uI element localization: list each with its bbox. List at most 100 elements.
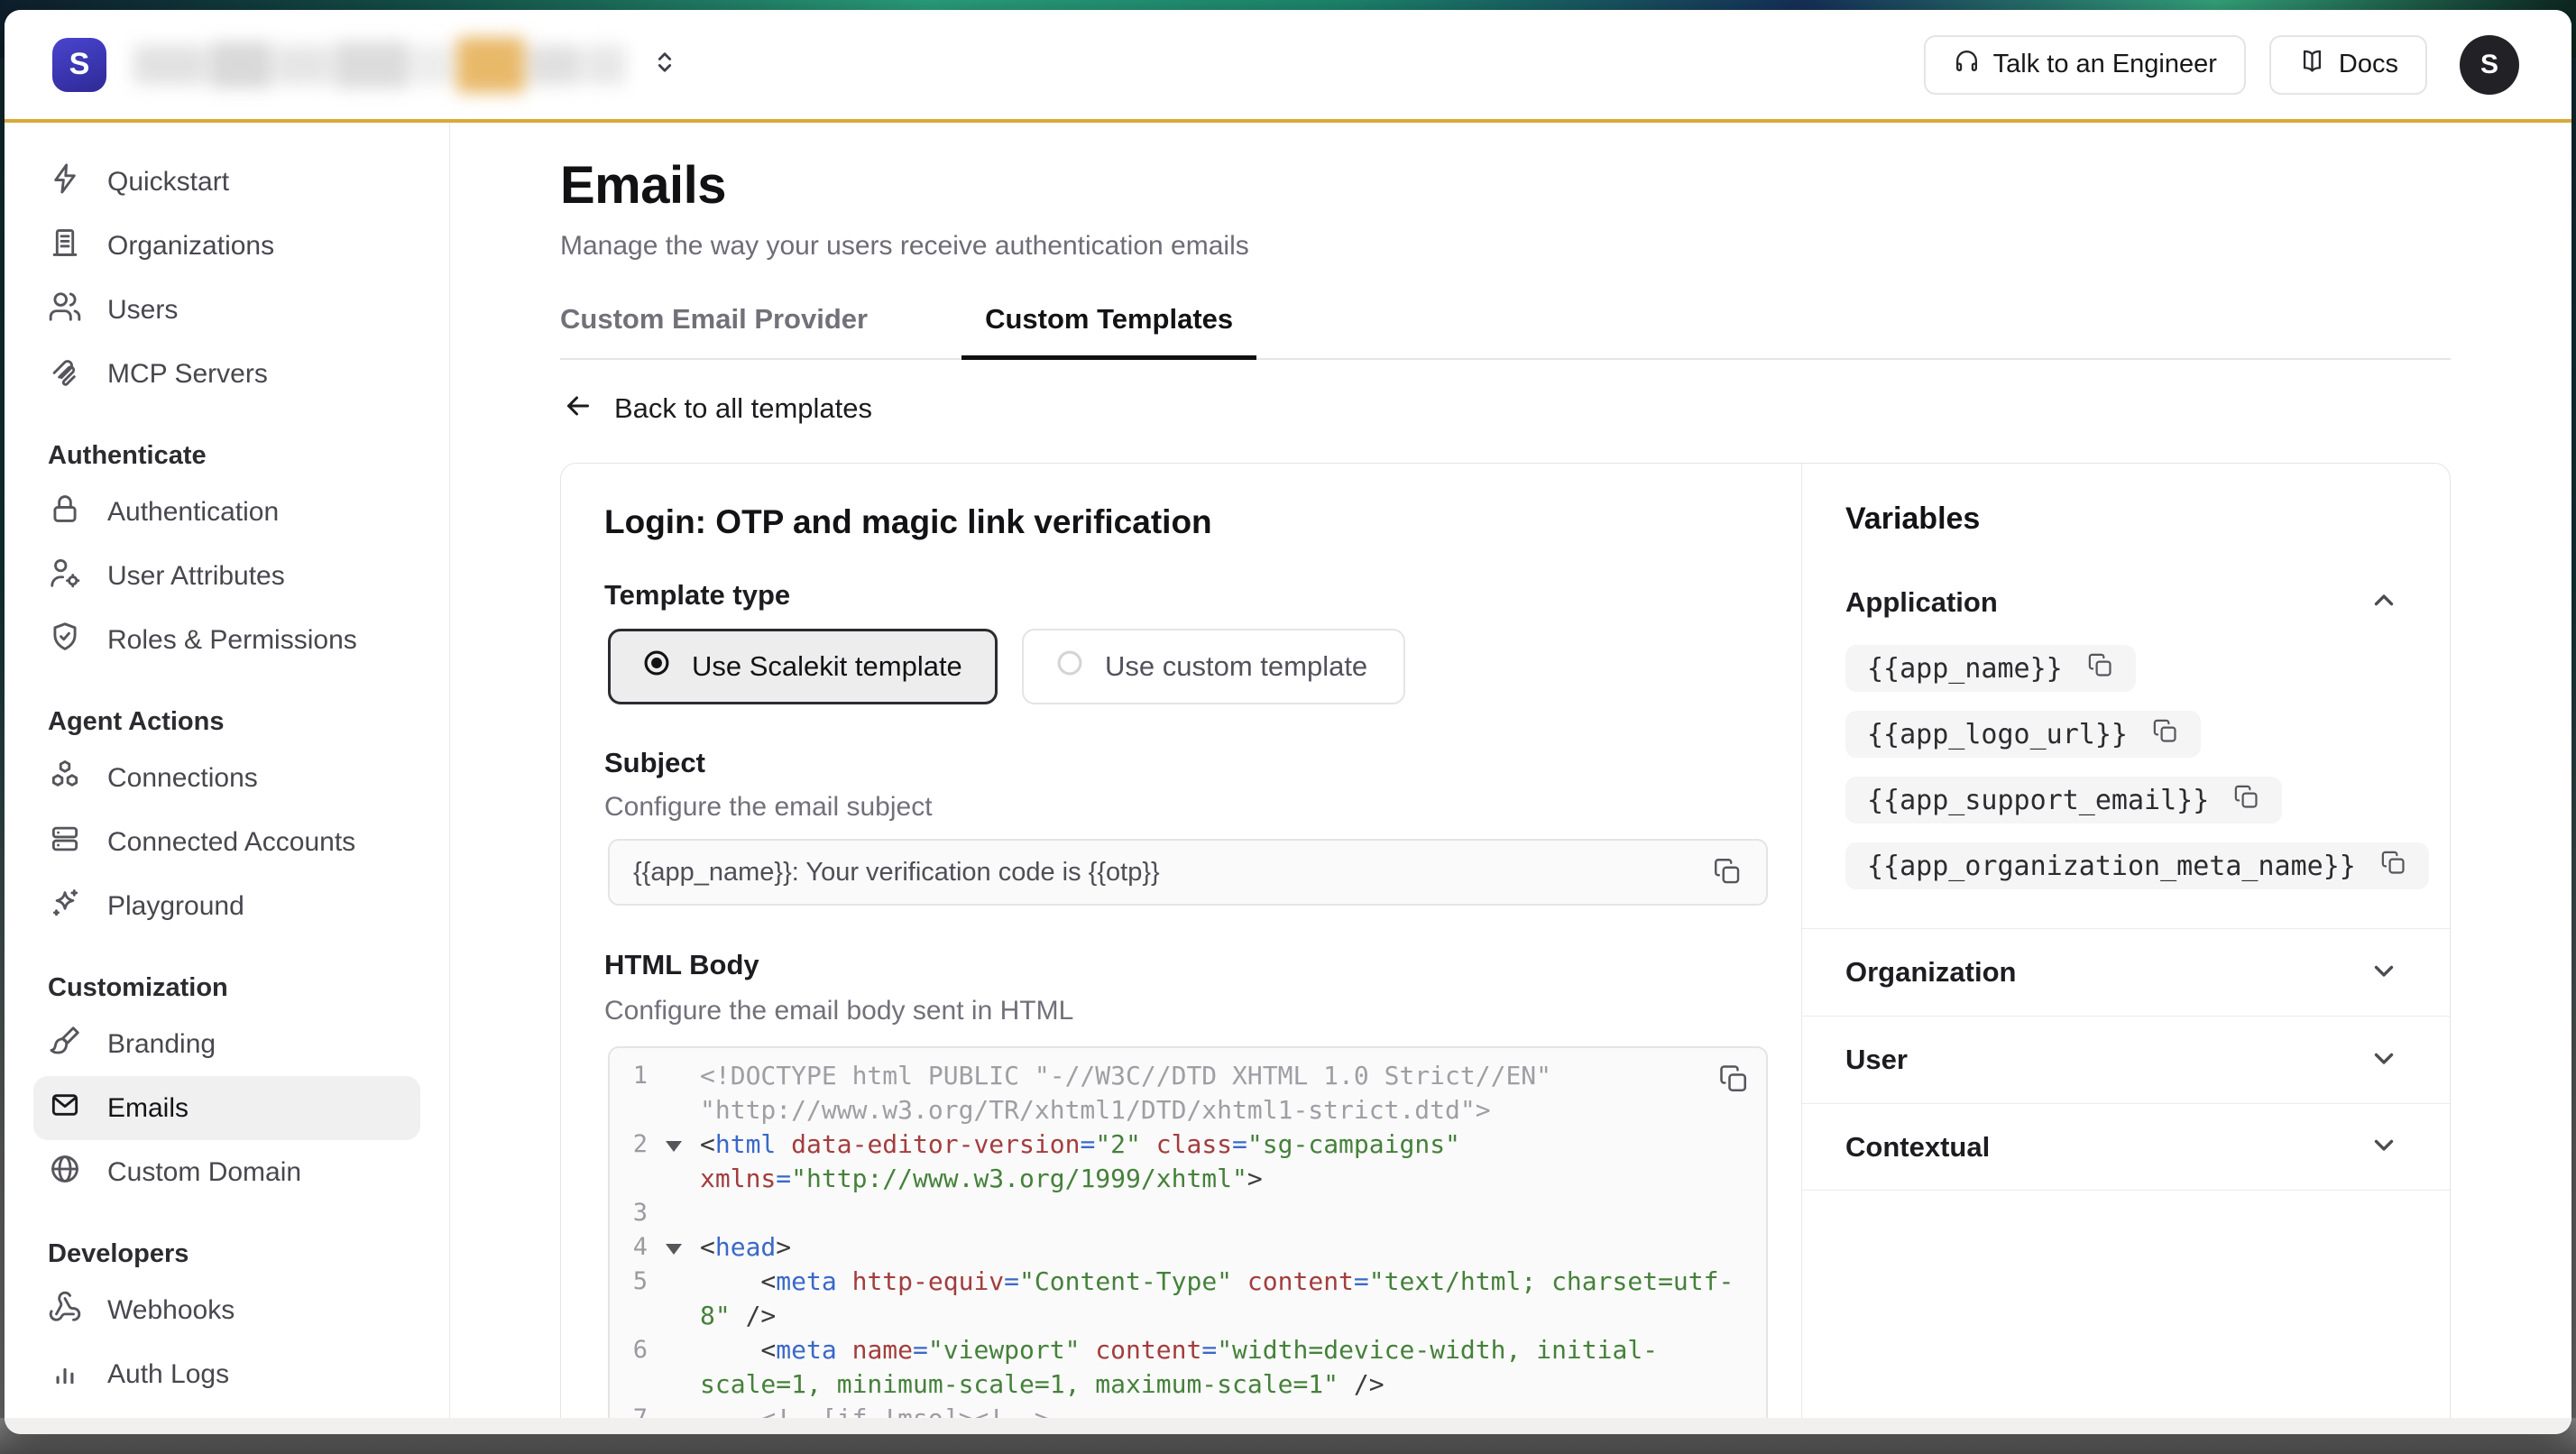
- use-scalekit-template-option[interactable]: Use Scalekit template: [608, 629, 998, 704]
- chevron-down-icon: [2369, 955, 2399, 990]
- sidebar-item-users[interactable]: Users: [33, 278, 420, 342]
- code-line: xmlns="http://www.w3.org/1999/xhtml">: [617, 1162, 1766, 1196]
- workspace-name-redacted[interactable]: [133, 37, 626, 93]
- copy-icon[interactable]: [2086, 651, 2114, 686]
- sidebar-item-organizations[interactable]: Organizations: [33, 214, 420, 278]
- variable-chip-label: {{app_support_email}}: [1867, 785, 2209, 816]
- avatar-letter: S: [2480, 50, 2498, 80]
- variables-group-organization[interactable]: Organization: [1802, 928, 2450, 1016]
- docs-button[interactable]: Docs: [2269, 35, 2427, 95]
- fold-gutter: [648, 1162, 700, 1196]
- code-text: <!DOCTYPE html PUBLIC "-//W3C//DTD XHTML…: [700, 1059, 1551, 1093]
- sidebar-item-custom-domain[interactable]: Custom Domain: [33, 1140, 420, 1204]
- sidebar-item-quickstart[interactable]: Quickstart: [33, 150, 420, 214]
- sidebar-item-label: MCP Servers: [107, 359, 268, 390]
- app-window: S Talk to an Engineer Docs S Quickstart O…: [5, 10, 2571, 1434]
- sidebar-item-emails[interactable]: Emails: [33, 1076, 420, 1140]
- variable-chip[interactable]: {{app_organization_meta_name}}: [1845, 842, 2429, 889]
- fold-gutter: [648, 1299, 700, 1333]
- variable-chip-list: {{app_name}} {{app_logo_url}} {{app_suppor…: [1845, 645, 2429, 889]
- top-bar: S Talk to an Engineer Docs S: [5, 10, 2571, 123]
- code-line: 1<!DOCTYPE html PUBLIC "-//W3C//DTD XHTM…: [617, 1059, 1766, 1093]
- sidebar-item-mcp-servers[interactable]: MCP Servers: [33, 342, 420, 406]
- variable-chip[interactable]: {{app_logo_url}}: [1845, 711, 2201, 758]
- sidebar-item-branding[interactable]: Branding: [33, 1012, 420, 1076]
- mail-icon: [48, 1088, 82, 1129]
- subject-value: {{app_name}}: Your verification code is …: [633, 858, 1160, 888]
- sidebar-item-authentication[interactable]: Authentication: [33, 480, 420, 544]
- code-line: 2<html data-editor-version="2" class="sg…: [617, 1127, 1766, 1162]
- code-line: "http://www.w3.org/TR/xhtml1/DTD/xhtml1-…: [617, 1093, 1766, 1127]
- html-body-code-editor[interactable]: 1<!DOCTYPE html PUBLIC "-//W3C//DTD XHTM…: [608, 1046, 1768, 1434]
- radio-unselected-icon: [1054, 648, 1085, 686]
- docs-label: Docs: [2339, 50, 2398, 79]
- user-avatar[interactable]: S: [2460, 35, 2519, 95]
- copy-code-button[interactable]: [1717, 1063, 1750, 1098]
- workspace-logo: S: [52, 38, 106, 92]
- variable-chip[interactable]: {{app_name}}: [1845, 645, 2136, 692]
- tab-bar: Custom Email Provider Custom Templates: [560, 303, 1256, 360]
- variables-group-application-label: Application: [1845, 586, 1998, 619]
- sidebar-item-label: Webhooks: [107, 1295, 235, 1326]
- code-text: "http://www.w3.org/TR/xhtml1/DTD/xhtml1-…: [700, 1093, 1491, 1127]
- sidebar-section-customization: Customization: [33, 960, 420, 1012]
- sidebar-item-playground[interactable]: Playground: [33, 874, 420, 938]
- main-content: Emails Manage the way your users receive…: [450, 123, 2571, 1431]
- code-text: <meta http-equiv="Content-Type" content=…: [700, 1265, 1734, 1299]
- copy-icon[interactable]: [2151, 717, 2179, 752]
- fold-toggle-icon[interactable]: [648, 1127, 700, 1162]
- sparkles-icon: [48, 886, 82, 927]
- variables-group-contextual[interactable]: Contextual: [1802, 1103, 2450, 1191]
- code-text: <head>: [700, 1230, 791, 1265]
- page-subtitle: Manage the way your users receive authen…: [560, 231, 1249, 262]
- sidebar-item-auth-logs[interactable]: Auth Logs: [33, 1342, 420, 1406]
- workspace-switcher-icon[interactable]: [649, 47, 680, 82]
- sidebar-item-connected-accounts[interactable]: Connected Accounts: [33, 810, 420, 874]
- code-text: scale=1, minimum-scale=1, maximum-scale=…: [700, 1367, 1385, 1402]
- sidebar-item-label: Custom Domain: [107, 1157, 301, 1188]
- variable-chip-label: {{app_organization_meta_name}}: [1867, 851, 2356, 882]
- copy-icon[interactable]: [2232, 783, 2260, 818]
- sidebar-item-user-attributes[interactable]: User Attributes: [33, 544, 420, 608]
- fold-gutter: [648, 1367, 700, 1402]
- variables-panel: Variables Application {{app_name}}{{app_…: [1801, 464, 2450, 1434]
- mcp-icon: [48, 354, 82, 395]
- sidebar-item-webhooks[interactable]: Webhooks: [33, 1278, 420, 1342]
- headphones-icon: [1953, 47, 1981, 82]
- subject-input[interactable]: {{app_name}}: Your verification code is …: [608, 839, 1768, 906]
- line-number: 2: [617, 1127, 648, 1162]
- sidebar-item-label: Roles & Permissions: [107, 625, 357, 656]
- tab-custom-email-provider[interactable]: Custom Email Provider: [560, 303, 891, 360]
- sidebar-item-connections[interactable]: Connections: [33, 746, 420, 810]
- copy-icon: [1712, 856, 1743, 889]
- code-line: 4<head>: [617, 1230, 1766, 1265]
- copy-subject-button[interactable]: [1712, 856, 1743, 889]
- talk-to-engineer-button[interactable]: Talk to an Engineer: [1924, 35, 2246, 95]
- tab-custom-templates[interactable]: Custom Templates: [961, 303, 1256, 360]
- arrow-left-icon: [562, 390, 594, 427]
- variables-group-label: User: [1845, 1044, 1908, 1076]
- template-editor-card: Login: OTP and magic link verification T…: [560, 463, 2451, 1434]
- radio-selected-icon: [641, 648, 672, 686]
- fold-toggle-icon[interactable]: [648, 1230, 700, 1265]
- sidebar-item-label: Quickstart: [107, 167, 229, 198]
- html-body-label: HTML Body: [604, 949, 759, 981]
- copy-icon[interactable]: [2379, 849, 2407, 884]
- sidebar-item-label: Auth Logs: [107, 1359, 229, 1390]
- user-gear-icon: [48, 556, 82, 597]
- fold-gutter: [648, 1265, 700, 1299]
- fold-gutter: [648, 1196, 700, 1230]
- variables-group-user[interactable]: User: [1802, 1016, 2450, 1103]
- sidebar-item-roles-permissions[interactable]: Roles & Permissions: [33, 608, 420, 672]
- html-body-hint: Configure the email body sent in HTML: [604, 996, 1073, 1026]
- variable-chip[interactable]: {{app_support_email}}: [1845, 777, 2282, 824]
- back-to-templates-link[interactable]: Back to all templates: [562, 390, 872, 427]
- talk-to-engineer-label: Talk to an Engineer: [1993, 50, 2217, 79]
- globe-icon: [48, 1152, 82, 1193]
- window-bottom-edge: [5, 1418, 2571, 1434]
- sidebar-item-label: Organizations: [107, 231, 274, 262]
- variables-group-application[interactable]: Application: [1845, 579, 2399, 626]
- chevron-down-icon: [2369, 1043, 2399, 1078]
- use-custom-template-option[interactable]: Use custom template: [1022, 629, 1405, 704]
- code-line: 5 <meta http-equiv="Content-Type" conten…: [617, 1265, 1766, 1299]
